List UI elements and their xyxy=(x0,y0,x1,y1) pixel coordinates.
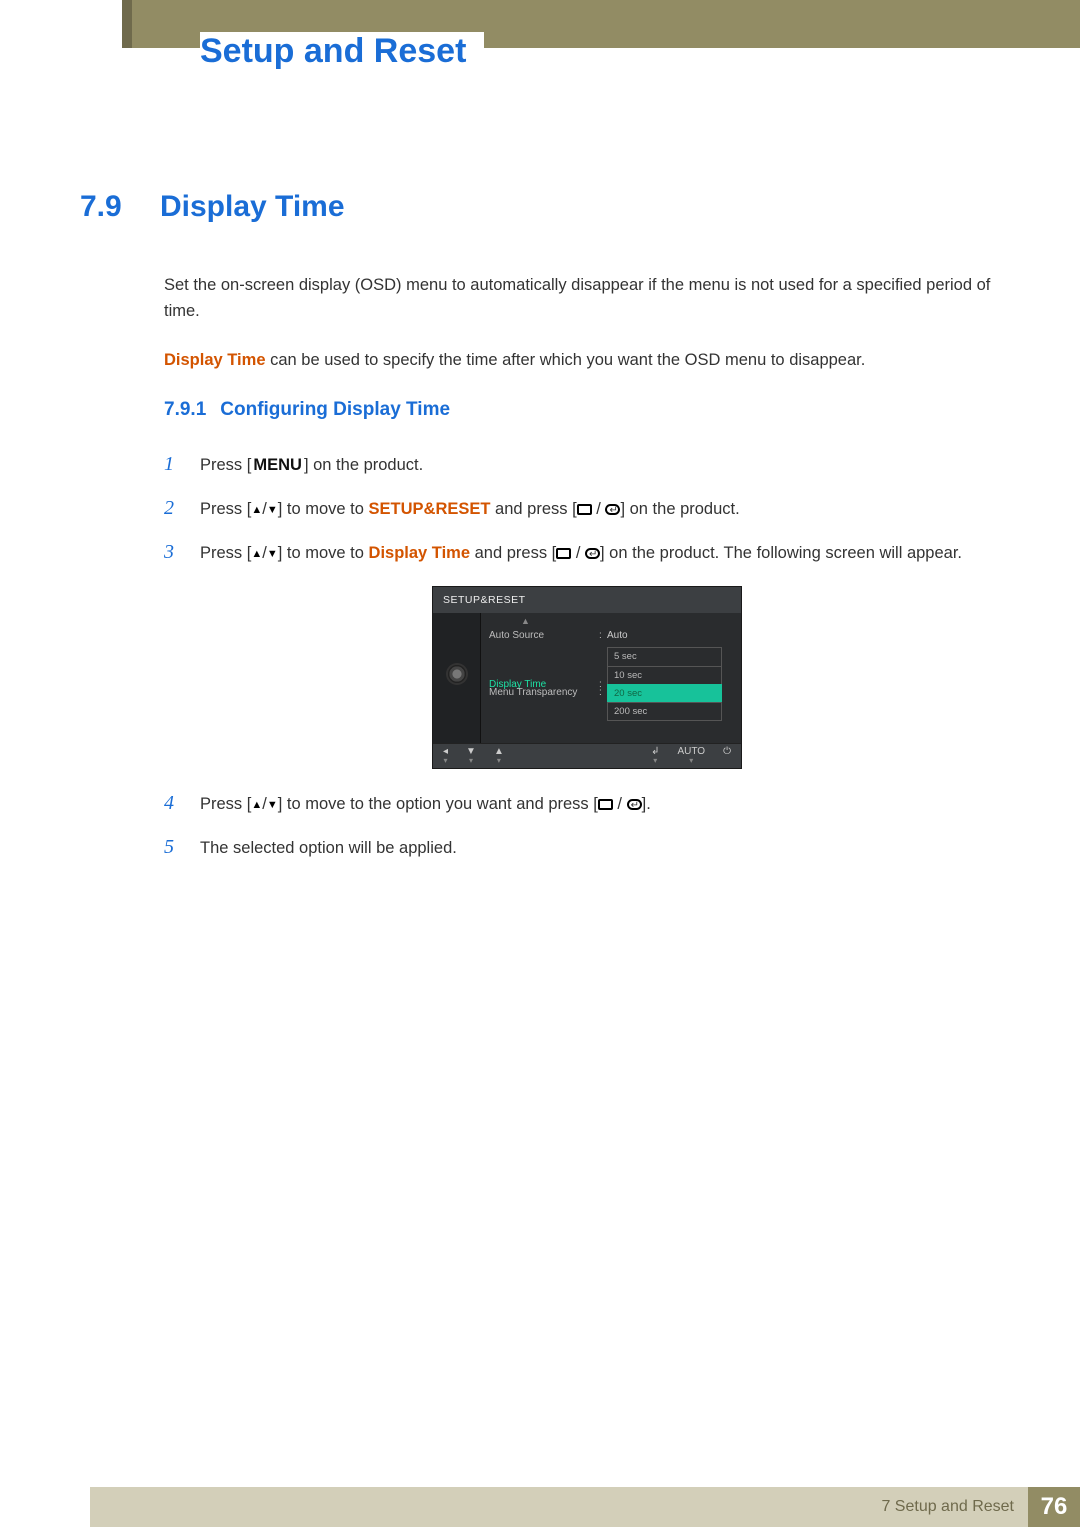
step-4: 4 Press [▲/▼] to move to the option you … xyxy=(164,787,1010,819)
nav-target: SETUP&RESET xyxy=(369,500,491,518)
enter-icon xyxy=(585,548,600,559)
menu-button-label: MENU xyxy=(251,453,304,479)
step-text: Press [MENU] on the product. xyxy=(200,453,1010,479)
step-list-cont: 4 Press [▲/▼] to move to the option you … xyxy=(164,787,1010,863)
osd-sidebar xyxy=(433,613,481,743)
page-content: 7.9 Display Time Set the on-screen displ… xyxy=(80,190,1010,875)
osd-label: Menu Transparency xyxy=(489,685,599,701)
section-heading: 7.9 Display Time xyxy=(80,190,1010,224)
hint-term: Display Time xyxy=(164,351,266,369)
step-3: 3 Press [▲/▼] to move to Display Time an… xyxy=(164,536,1010,568)
gear-icon xyxy=(448,665,466,683)
osd-screenshot: SETUP&RESET ▲ Auto Source : Auto Display… xyxy=(432,586,742,770)
subsection-heading: 7.9.1 Configuring Display Time xyxy=(164,395,1010,425)
page-footer: 7 Setup and Reset 76 xyxy=(90,1487,1080,1527)
step-number: 4 xyxy=(164,787,180,819)
subsection-number: 7.9.1 xyxy=(164,395,206,425)
subsection-title: Configuring Display Time xyxy=(220,395,450,425)
step-number: 3 xyxy=(164,536,180,568)
osd-bottom-bar: ◂▾ ▼▾ ▲▾ ↲▾ AUTO▾ ⏻ xyxy=(433,743,741,768)
osd-option-list: 5 sec 10 sec 20 sec 200 sec xyxy=(607,648,722,721)
down-icon: ▼ xyxy=(267,502,278,519)
step-number: 5 xyxy=(164,831,180,863)
nav-target: Display Time xyxy=(369,544,471,562)
step-1: 1 Press [MENU] on the product. xyxy=(164,448,1010,480)
up-icon: ▲ xyxy=(251,502,262,519)
up-icon: ▲ xyxy=(251,797,262,814)
section-title: Display Time xyxy=(160,190,345,224)
enter-icon xyxy=(605,504,620,515)
step-2: 2 Press [▲/▼] to move to SETUP&RESET and… xyxy=(164,492,1010,524)
enter-icon xyxy=(627,799,642,810)
source-icon xyxy=(577,504,592,515)
up-icon: ▲ xyxy=(251,546,262,563)
step-5: 5 The selected option will be applied. xyxy=(164,831,1010,863)
source-icon xyxy=(598,799,613,810)
down-icon: ▼ xyxy=(267,546,278,563)
section-number: 7.9 xyxy=(80,190,136,224)
step-text: Press [▲/▼] to move to Display Time and … xyxy=(200,541,1010,567)
osd-row-auto-source: Auto Source : Auto xyxy=(489,626,733,646)
step-text: Press [▲/▼] to move to SETUP&RESET and p… xyxy=(200,497,1010,523)
down-icon: ▼ xyxy=(267,797,278,814)
osd-title: SETUP&RESET xyxy=(433,587,741,614)
osd-option: 10 sec xyxy=(607,666,722,685)
footer-page-number: 76 xyxy=(1028,1487,1080,1527)
hint-paragraph: Display Time can be used to specify the … xyxy=(164,347,1010,373)
step-list: 1 Press [MENU] on the product. 2 Press [… xyxy=(164,448,1010,568)
osd-option: 200 sec xyxy=(607,702,722,721)
step-text: The selected option will be applied. xyxy=(200,836,1010,862)
osd-option-selected: 20 sec xyxy=(607,684,722,703)
osd-option: 5 sec xyxy=(607,647,722,666)
source-icon xyxy=(556,548,571,559)
intro-paragraph: Set the on-screen display (OSD) menu to … xyxy=(164,272,1010,325)
osd-up-arrow: ▲ xyxy=(489,615,733,626)
step-number: 1 xyxy=(164,448,180,480)
step-text: Press [▲/▼] to move to the option you wa… xyxy=(200,792,1010,818)
header-tab xyxy=(90,0,132,48)
chapter-title: Setup and Reset xyxy=(200,32,484,71)
osd-label: Auto Source xyxy=(489,628,599,644)
hint-rest: can be used to specify the time after wh… xyxy=(266,351,866,369)
footer-chapter: 7 Setup and Reset xyxy=(881,1498,1014,1516)
osd-value: Auto xyxy=(607,628,628,644)
step-number: 2 xyxy=(164,492,180,524)
